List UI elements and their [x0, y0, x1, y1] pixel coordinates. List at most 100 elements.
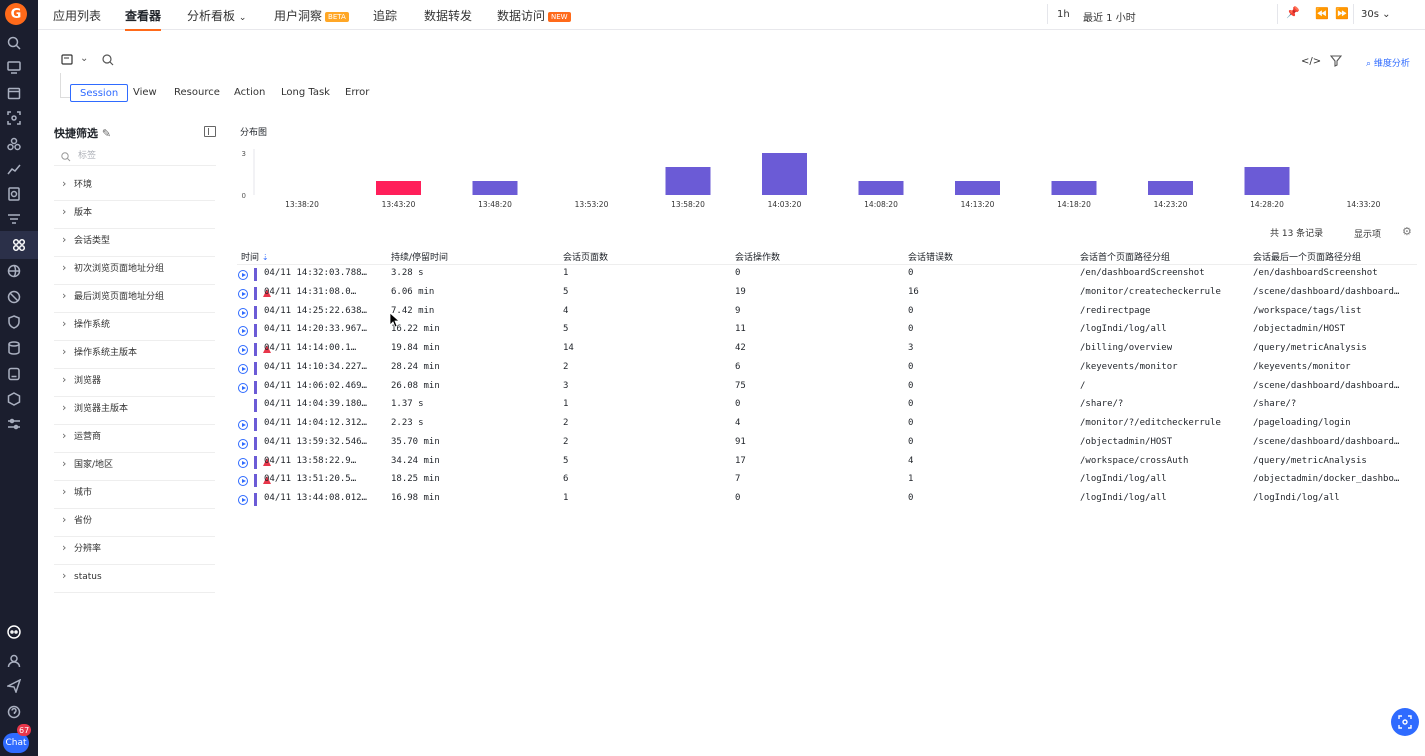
- rum-grid-icon[interactable]: [0, 231, 38, 259]
- play-replay-icon[interactable]: [238, 288, 248, 299]
- time-range-picker[interactable]: 最近 1 小时: [1083, 9, 1136, 24]
- tab-data-forward[interactable]: 数据转发: [424, 7, 472, 24]
- play-replay-icon[interactable]: [238, 307, 248, 318]
- refresh-interval-select[interactable]: 30s ⌄: [1361, 9, 1391, 20]
- chat-button[interactable]: Chat: [3, 733, 29, 753]
- assistant-robot-icon[interactable]: [7, 625, 21, 639]
- quick-filter-item[interactable]: 浏览器主版本: [54, 398, 215, 425]
- floating-scan-button[interactable]: [1391, 708, 1419, 736]
- column-header-last-path[interactable]: 会话最后一个页面路径分组: [1253, 250, 1361, 263]
- help-icon[interactable]: [7, 705, 21, 719]
- table-row[interactable]: 04/11 13:44:08.012… 16.98 min 1 0 0/logIndi/…: [237, 490, 1417, 509]
- play-replay-icon[interactable]: [238, 270, 248, 280]
- column-header-actions[interactable]: 会话操作数: [735, 250, 780, 263]
- collapse-panel-icon[interactable]: [204, 126, 216, 137]
- column-header-errors[interactable]: 会话错误数: [908, 250, 953, 263]
- play-replay-icon[interactable]: [238, 457, 248, 468]
- table-row[interactable]: 04/11 14:04:12.312… 2.23 s 2 4 0/monitor/?/e…: [237, 415, 1417, 434]
- quick-filter-search-input[interactable]: 标签: [54, 146, 216, 166]
- bar[interactable]: [1244, 167, 1290, 195]
- bar[interactable]: [472, 181, 518, 195]
- play-replay-icon[interactable]: [238, 420, 248, 430]
- play-replay-icon[interactable]: [238, 382, 248, 393]
- time-short[interactable]: 1h: [1057, 9, 1070, 20]
- subtab-view[interactable]: View: [133, 84, 157, 102]
- tab-tracing[interactable]: 追踪: [373, 7, 397, 24]
- app-logo[interactable]: G: [5, 3, 27, 25]
- column-header-pages[interactable]: 会话页面数: [563, 250, 608, 263]
- column-header-time[interactable]: 时间 ⇣: [241, 250, 269, 263]
- dimension-analysis-button[interactable]: ⌕ 维度分析: [1366, 56, 1410, 69]
- table-row[interactable]: 04/11 13:51:20.5… 18.25 min 6 7 1/logIndi/lo…: [237, 471, 1417, 490]
- settings-sliders-icon[interactable]: [7, 417, 21, 431]
- quick-filter-item[interactable]: 国家/地区: [54, 454, 215, 481]
- rewind-icon[interactable]: ⏪: [1315, 7, 1329, 20]
- quick-filter-item[interactable]: 分辨率: [54, 538, 215, 565]
- scan-icon[interactable]: [7, 111, 21, 125]
- play-replay-icon[interactable]: [238, 438, 248, 449]
- column-header-duration[interactable]: 持续/停留时间: [391, 250, 448, 263]
- source-select[interactable]: ⌄: [61, 53, 88, 69]
- quick-filter-item[interactable]: 运营商: [54, 426, 215, 453]
- table-row[interactable]: 04/11 13:59:32.546… 35.70 min 2 91 0/objecta…: [237, 434, 1417, 453]
- subtab-resource[interactable]: Resource: [174, 84, 220, 102]
- bar[interactable]: [1051, 181, 1097, 195]
- quick-filter-item[interactable]: 环境: [54, 174, 215, 201]
- quick-filter-item[interactable]: 版本: [54, 202, 215, 229]
- quick-filter-item[interactable]: 会话类型: [54, 230, 215, 257]
- cluster-icon[interactable]: [7, 137, 21, 151]
- metrics-icon[interactable]: [7, 162, 21, 176]
- tab-explorer[interactable]: 查看器: [125, 7, 162, 31]
- table-row[interactable]: 04/11 13:58:22.9… 34.24 min 5 17 4/workspace…: [237, 453, 1417, 472]
- monitor-icon[interactable]: [7, 60, 21, 74]
- play-replay-icon[interactable]: [238, 495, 248, 505]
- tab-user-insight[interactable]: 用户洞察 BETA: [274, 7, 349, 24]
- log-search-icon[interactable]: [7, 187, 21, 201]
- search-icon[interactable]: [7, 36, 21, 50]
- play-replay-icon[interactable]: [238, 476, 248, 487]
- network-icon[interactable]: [7, 264, 21, 278]
- gear-icon[interactable]: ⚙: [1402, 225, 1412, 238]
- display-items-button[interactable]: 显示项: [1354, 227, 1381, 240]
- bar[interactable]: [762, 153, 807, 195]
- quick-filter-item[interactable]: 最后浏览页面地址分组: [54, 286, 215, 313]
- tab-dashboards[interactable]: 分析看板 ⌄: [187, 7, 246, 24]
- subtab-long-task[interactable]: Long Task: [281, 84, 330, 102]
- send-icon[interactable]: [7, 679, 21, 693]
- synthetic-icon[interactable]: [7, 290, 21, 304]
- quick-filter-item[interactable]: status: [54, 566, 215, 593]
- table-row[interactable]: 04/11 14:04:39.180… 1.37 s 1 0 0/share/? /sha…: [237, 396, 1417, 415]
- security-shield-icon[interactable]: [7, 315, 21, 329]
- quick-filter-item[interactable]: 操作系统主版本: [54, 342, 215, 369]
- subtab-session[interactable]: Session: [70, 84, 129, 102]
- column-header-first-path[interactable]: 会话首个页面路径分组: [1080, 250, 1170, 263]
- filter-settings-icon[interactable]: [1329, 55, 1343, 70]
- edit-icon[interactable]: ✎: [102, 127, 111, 140]
- table-row[interactable]: 04/11 14:20:33.967… 16.22 min 5 11 0/logIndi…: [237, 321, 1417, 340]
- play-replay-icon[interactable]: [238, 363, 248, 374]
- code-icon[interactable]: </>: [1301, 56, 1321, 67]
- calendar-icon[interactable]: [7, 86, 21, 100]
- tab-app-list[interactable]: 应用列表: [53, 7, 101, 24]
- quick-filter-item[interactable]: 城市: [54, 482, 215, 509]
- tab-data-access[interactable]: 数据访问 NEW: [497, 7, 571, 24]
- play-replay-icon[interactable]: [238, 345, 248, 355]
- bar[interactable]: [665, 167, 711, 195]
- bar[interactable]: [858, 181, 904, 195]
- filter-list-icon[interactable]: [7, 212, 21, 226]
- table-row[interactable]: 04/11 14:06:02.469… 26.08 min 3 75 0 / /scene/…: [237, 378, 1417, 397]
- table-row[interactable]: 04/11 14:31:08.0… 6.06 min 5 19 16/monitor/c…: [237, 284, 1417, 303]
- sort-icon[interactable]: ⇣: [262, 253, 269, 262]
- subtab-error[interactable]: Error: [345, 84, 369, 102]
- user-icon[interactable]: [7, 654, 21, 668]
- table-row[interactable]: 04/11 14:32:03.788… 3.28 s 1 0 0/en/dashboar…: [237, 265, 1417, 284]
- storage-icon[interactable]: [7, 367, 21, 381]
- search-icon[interactable]: [102, 54, 114, 69]
- bar[interactable]: [1148, 181, 1193, 195]
- table-row[interactable]: 04/11 14:25:22.638… 7.42 min 4 9 0/redirectp…: [237, 303, 1417, 322]
- subtab-action[interactable]: Action: [234, 84, 265, 102]
- pin-icon[interactable]: 📌: [1286, 6, 1300, 19]
- quick-filter-item[interactable]: 初次浏览页面地址分组: [54, 258, 215, 285]
- table-row[interactable]: 04/11 14:10:34.227… 28.24 min 2 6 0/keyevent…: [237, 359, 1417, 378]
- table-row[interactable]: 04/11 14:14:00.1… 19.84 min 14 42 3/billing/…: [237, 340, 1417, 359]
